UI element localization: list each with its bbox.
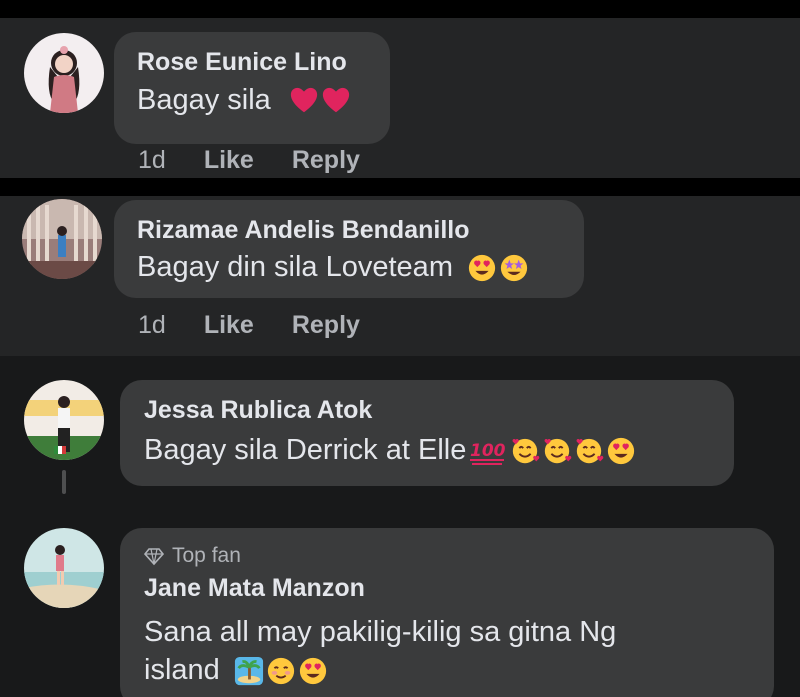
comment-actions: 1d Like Reply bbox=[138, 146, 398, 175]
comment-text: island bbox=[144, 654, 328, 687]
avatar-photo bbox=[24, 528, 104, 608]
avatar[interactable] bbox=[24, 380, 104, 460]
smiling-face-with-hearts-icon bbox=[510, 436, 540, 466]
avatar[interactable] bbox=[24, 528, 104, 608]
comment-time[interactable]: 1d bbox=[138, 146, 166, 175]
comment-author[interactable]: Jessa Rublica Atok bbox=[144, 396, 372, 425]
comment-panel: Rose Eunice Lino Bagay sila 1d Like Repl… bbox=[0, 18, 800, 178]
comment-text-content: Bagay din sila Loveteam bbox=[137, 251, 453, 283]
diamond-icon bbox=[144, 548, 164, 566]
heart-eyes-icon bbox=[467, 253, 497, 283]
heart-eyes-icon bbox=[298, 656, 328, 686]
like-button[interactable]: Like bbox=[204, 146, 254, 175]
comment-time[interactable]: 1d bbox=[138, 311, 166, 340]
comment-text: Bagay sila Derrick at Elle 100 bbox=[144, 434, 636, 467]
comment-text-content: Bagay sila bbox=[137, 84, 271, 116]
thread-line bbox=[62, 470, 66, 494]
comment-author[interactable]: Rose Eunice Lino bbox=[137, 48, 347, 77]
comment-text-content: island bbox=[144, 654, 220, 686]
comment-author[interactable]: Jane Mata Manzon bbox=[144, 574, 365, 603]
desert-island-icon bbox=[234, 656, 264, 686]
svg-text:100: 100 bbox=[470, 441, 506, 461]
smiling-face-with-hearts-icon bbox=[574, 436, 604, 466]
comment-text: Sana all may pakilig-kilig sa gitna Ng bbox=[144, 616, 617, 648]
comment-text-content: Bagay sila Derrick at Elle bbox=[144, 434, 467, 466]
comment-text: Bagay din sila Loveteam bbox=[137, 251, 529, 284]
reply-button[interactable]: Reply bbox=[292, 311, 360, 340]
avatar[interactable] bbox=[24, 33, 104, 113]
avatar[interactable] bbox=[22, 199, 102, 279]
comment-text: Bagay sila bbox=[137, 84, 351, 117]
comment-author[interactable]: Rizamae Andelis Bendanillo bbox=[137, 216, 469, 245]
reply-button[interactable]: Reply bbox=[292, 146, 360, 175]
top-fan-badge: Top fan bbox=[144, 544, 241, 568]
top-fan-label: Top fan bbox=[172, 544, 241, 567]
smiling-face-icon bbox=[266, 656, 296, 686]
like-button[interactable]: Like bbox=[204, 311, 254, 340]
smiling-face-with-hearts-icon bbox=[542, 436, 572, 466]
avatar-photo bbox=[24, 380, 104, 460]
avatar-photo bbox=[22, 199, 102, 279]
red-heart-icon bbox=[289, 86, 319, 116]
comment-panel: Rizamae Andelis Bendanillo Bagay din sil… bbox=[0, 196, 800, 356]
red-heart-icon bbox=[321, 86, 351, 116]
hundred-points-icon: 100 bbox=[468, 436, 508, 466]
avatar-illustration bbox=[24, 33, 104, 113]
star-struck-icon bbox=[499, 253, 529, 283]
comment-panel: Jessa Rublica Atok Bagay sila Derrick at… bbox=[0, 356, 800, 697]
comment-actions: 1d Like Reply bbox=[138, 311, 398, 340]
heart-eyes-icon bbox=[606, 436, 636, 466]
